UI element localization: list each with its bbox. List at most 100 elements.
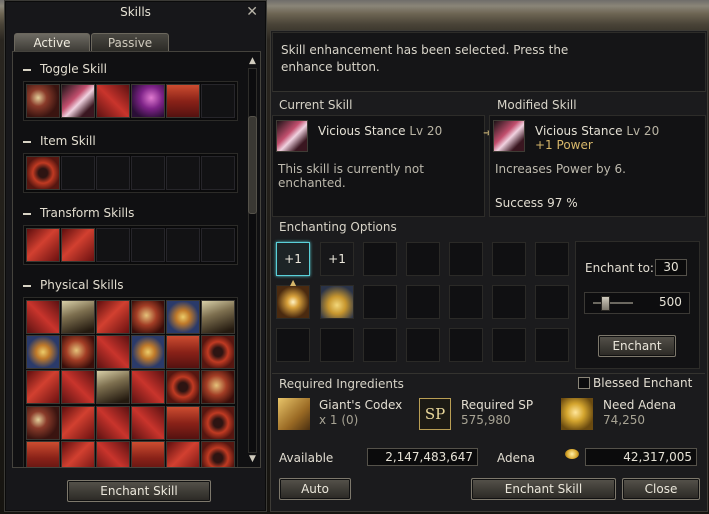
enchant-option-slot[interactable]: +1 bbox=[276, 242, 310, 276]
modified-skill-description: Increases Power by 6. bbox=[495, 162, 626, 176]
category-label: Toggle Skill bbox=[40, 62, 107, 76]
empty-skill-slot bbox=[61, 156, 95, 190]
ingredient-name: Required SP bbox=[461, 398, 534, 412]
skill-slot[interactable] bbox=[166, 335, 200, 370]
potion-icon[interactable] bbox=[320, 285, 354, 319]
enchant-skill-button[interactable]: Enchant Skill bbox=[67, 480, 211, 502]
tab-passive[interactable]: Passive bbox=[91, 33, 169, 52]
current-skill-name: Vicious Stance bbox=[318, 124, 406, 138]
skill-slot[interactable] bbox=[96, 84, 130, 118]
ingredient-name: Giant's Codex bbox=[319, 398, 403, 412]
skill-slot[interactable] bbox=[96, 370, 130, 405]
available-sp-field: 2,147,483,647 bbox=[367, 448, 478, 466]
blessed-enchant-checkbox[interactable] bbox=[578, 377, 590, 389]
skill-slot[interactable] bbox=[201, 370, 235, 405]
enchant-skill-button[interactable]: Enchant Skill bbox=[471, 478, 616, 500]
skill-slot[interactable] bbox=[201, 405, 235, 440]
skill-slot[interactable] bbox=[26, 228, 60, 262]
skill-slot[interactable] bbox=[61, 300, 95, 334]
skill-slot[interactable] bbox=[26, 440, 60, 467]
auto-button[interactable]: Auto bbox=[279, 478, 351, 500]
enchant-to-input[interactable]: 30 bbox=[655, 259, 687, 276]
scroll-down-icon[interactable]: ▼ bbox=[248, 454, 257, 464]
skill-slot[interactable] bbox=[61, 84, 95, 118]
skill-slot[interactable] bbox=[201, 440, 235, 467]
empty-option-slot bbox=[449, 242, 483, 276]
scroll-up-icon[interactable]: ▲ bbox=[248, 56, 257, 66]
category-physical-skills[interactable]: Physical Skills bbox=[23, 278, 123, 292]
enchanting-options-title: Enchanting Options bbox=[279, 220, 397, 234]
sp-icon: SP bbox=[419, 398, 451, 430]
enchant-button[interactable]: Enchant bbox=[598, 335, 676, 357]
skill-slot[interactable] bbox=[96, 440, 130, 467]
adena-coin-icon bbox=[565, 449, 579, 459]
category-item-skill[interactable]: Item Skill bbox=[23, 134, 96, 148]
skill-slot[interactable] bbox=[166, 370, 200, 405]
skill-slot[interactable] bbox=[26, 84, 60, 118]
skill-slot[interactable] bbox=[61, 405, 95, 440]
toggle-skill-row bbox=[23, 81, 238, 121]
close-button[interactable]: Close bbox=[622, 478, 700, 500]
skill-slot[interactable] bbox=[131, 370, 165, 405]
skill-enchant-window: Skill enhancement has been selected. Pre… bbox=[270, 30, 708, 512]
skill-slot[interactable] bbox=[26, 370, 60, 405]
tab-active[interactable]: Active bbox=[14, 33, 90, 52]
status-message: Skill enhancement has been selected. Pre… bbox=[281, 43, 569, 74]
skill-slot[interactable] bbox=[131, 335, 165, 370]
ingredient-value: x 1 (0) bbox=[319, 413, 359, 427]
skill-slot[interactable] bbox=[26, 405, 60, 440]
empty-option-slot bbox=[406, 285, 440, 319]
skill-slot[interactable] bbox=[96, 300, 130, 334]
skill-slot[interactable] bbox=[61, 335, 95, 370]
skill-slot[interactable] bbox=[131, 84, 165, 118]
empty-option-slot bbox=[492, 285, 526, 319]
category-transform-skills[interactable]: Transform Skills bbox=[23, 206, 134, 220]
skill-slot[interactable] bbox=[26, 335, 60, 370]
modified-skill-level: Lv 20 bbox=[626, 124, 660, 138]
close-icon[interactable]: ✕ bbox=[246, 4, 258, 20]
modified-skill-title: Modified Skill bbox=[497, 98, 577, 112]
skill-slot[interactable] bbox=[26, 300, 60, 334]
skill-slot[interactable] bbox=[96, 405, 130, 440]
modified-skill-bonus: +1 Power bbox=[535, 138, 593, 152]
collapse-icon bbox=[23, 284, 31, 287]
empty-option-slot bbox=[535, 328, 569, 362]
skill-slot[interactable] bbox=[61, 228, 95, 262]
ingredient-name: Need Adena bbox=[603, 398, 677, 412]
skill-list: Toggle Skill Item Skill Transform Skills bbox=[12, 51, 261, 468]
skill-slot[interactable] bbox=[166, 300, 200, 334]
scrollbar-thumb[interactable] bbox=[248, 116, 257, 214]
skill-slot[interactable] bbox=[131, 300, 165, 334]
skill-slot[interactable] bbox=[131, 440, 165, 467]
item-skill-row bbox=[23, 153, 238, 193]
empty-option-slot bbox=[492, 242, 526, 276]
available-label: Available bbox=[279, 451, 334, 465]
skill-slot[interactable] bbox=[26, 156, 60, 190]
slider-track[interactable] bbox=[593, 302, 633, 304]
empty-skill-slot bbox=[201, 84, 235, 118]
quantity-slider[interactable]: 500 bbox=[584, 292, 690, 314]
skill-slot[interactable] bbox=[166, 405, 200, 440]
skill-slot[interactable] bbox=[201, 300, 235, 334]
success-rate: Success 97 % bbox=[495, 196, 578, 210]
skill-slot[interactable] bbox=[96, 335, 130, 370]
sparkle-icon[interactable] bbox=[276, 285, 310, 319]
adena-field: 42,317,005 bbox=[585, 448, 697, 466]
skill-slot[interactable] bbox=[61, 370, 95, 405]
enchant-to-label: Enchant to: bbox=[585, 261, 654, 275]
skill-slot[interactable] bbox=[166, 84, 200, 118]
category-label: Physical Skills bbox=[40, 278, 124, 292]
empty-option-slot bbox=[276, 328, 310, 362]
empty-option-slot bbox=[320, 328, 354, 362]
vicious-stance-icon bbox=[276, 120, 308, 152]
category-toggle-skill[interactable]: Toggle Skill bbox=[23, 62, 107, 76]
codex-icon bbox=[278, 398, 310, 430]
ingredient-value: 575,980 bbox=[461, 413, 511, 427]
enchant-option-slot[interactable]: +1 bbox=[320, 242, 354, 276]
skill-slot[interactable] bbox=[131, 405, 165, 440]
slider-thumb[interactable] bbox=[601, 296, 610, 311]
skills-window: Skills ✕ Active Passive Toggle Skill Ite… bbox=[4, 0, 267, 512]
skill-slot[interactable] bbox=[201, 335, 235, 370]
skill-slot[interactable] bbox=[166, 440, 200, 467]
skill-slot[interactable] bbox=[61, 440, 95, 467]
